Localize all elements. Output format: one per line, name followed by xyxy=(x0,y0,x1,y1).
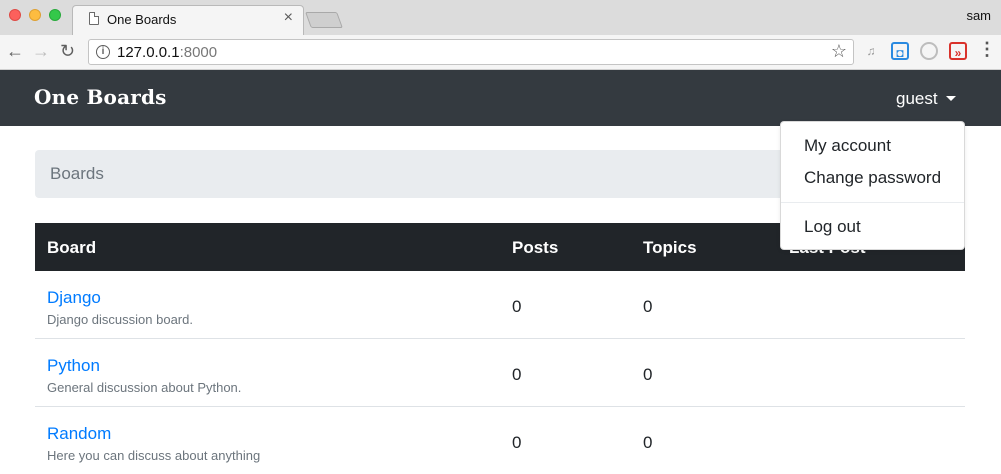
menu-item-log-out[interactable]: Log out xyxy=(804,217,861,237)
table-row: Python General discussion about Python. … xyxy=(35,339,965,407)
board-link[interactable]: Random xyxy=(47,424,111,444)
tab-title: One Boards xyxy=(107,12,177,27)
user-menu-label: guest xyxy=(896,89,938,108)
user-menu-toggle[interactable]: guest xyxy=(896,89,956,109)
table-row: Random Here you can discuss about anythi… xyxy=(35,407,965,474)
caret-down-icon xyxy=(945,96,956,101)
column-header-posts: Posts xyxy=(512,238,559,257)
table-row: Django Django discussion board. 0 0 xyxy=(35,271,965,339)
breadcrumb-item-boards: Boards xyxy=(50,164,104,183)
board-description: Django discussion board. xyxy=(47,312,193,327)
maximize-window-button[interactable] xyxy=(49,9,61,21)
forward-arrow-icon[interactable]: → xyxy=(32,40,50,62)
topics-count: 0 xyxy=(643,297,653,316)
url-port: :8000 xyxy=(179,44,218,61)
minimize-window-button[interactable] xyxy=(29,9,41,21)
music-note-icon[interactable]: ♫ xyxy=(862,42,880,60)
board-link[interactable]: Python xyxy=(47,356,100,376)
close-window-button[interactable] xyxy=(9,9,21,21)
bookmark-star-icon[interactable]: ☆ xyxy=(831,41,847,62)
column-header-topics: Topics xyxy=(643,238,697,257)
back-arrow-icon[interactable]: ← xyxy=(6,40,24,62)
address-bar[interactable]: i 127.0.0.1:8000 ☆ xyxy=(88,39,854,65)
browser-toolbar: ← → ↻ i 127.0.0.1:8000 ☆ ♫ ◘ » ⋮ xyxy=(0,35,1001,70)
boards-table: Board Posts Topics Last Post Django Djan… xyxy=(35,223,965,474)
new-tab-button[interactable] xyxy=(305,12,343,28)
tab-close-icon[interactable]: × xyxy=(284,9,293,27)
circle-extension-icon[interactable] xyxy=(920,42,938,60)
camera-extension-icon[interactable]: ◘ xyxy=(891,42,909,60)
browser-profile-name[interactable]: sam xyxy=(966,8,991,23)
url-host: 127.0.0.1 xyxy=(117,44,180,61)
brand-link[interactable]: One Boards xyxy=(34,85,167,109)
board-link[interactable]: Django xyxy=(47,288,101,308)
column-header-board: Board xyxy=(47,238,97,257)
posts-count: 0 xyxy=(512,297,522,316)
posts-count: 0 xyxy=(512,365,522,384)
topics-count: 0 xyxy=(643,433,653,452)
user-dropdown-menu: My account Change password Log out xyxy=(780,121,965,250)
info-icon[interactable]: i xyxy=(96,45,110,59)
menu-item-change-password[interactable]: Change password xyxy=(804,168,941,188)
board-description: General discussion about Python. xyxy=(47,380,242,395)
browser-titlebar: One Boards × sam xyxy=(0,0,1001,35)
browser-tab[interactable]: One Boards × xyxy=(72,5,304,35)
menu-divider xyxy=(781,202,964,203)
posts-count: 0 xyxy=(512,433,522,452)
board-description: Here you can discuss about anything xyxy=(47,448,261,463)
site-navbar: One Boards guest xyxy=(0,70,1001,126)
browser-menu-icon[interactable]: ⋮ xyxy=(978,39,996,60)
topics-count: 0 xyxy=(643,365,653,384)
menu-item-my-account[interactable]: My account xyxy=(804,136,891,156)
page-icon xyxy=(89,12,99,25)
reload-icon[interactable]: ↻ xyxy=(60,40,75,62)
url-text[interactable]: 127.0.0.1:8000 xyxy=(117,44,217,61)
red-play-extension-icon[interactable]: » xyxy=(949,42,967,60)
